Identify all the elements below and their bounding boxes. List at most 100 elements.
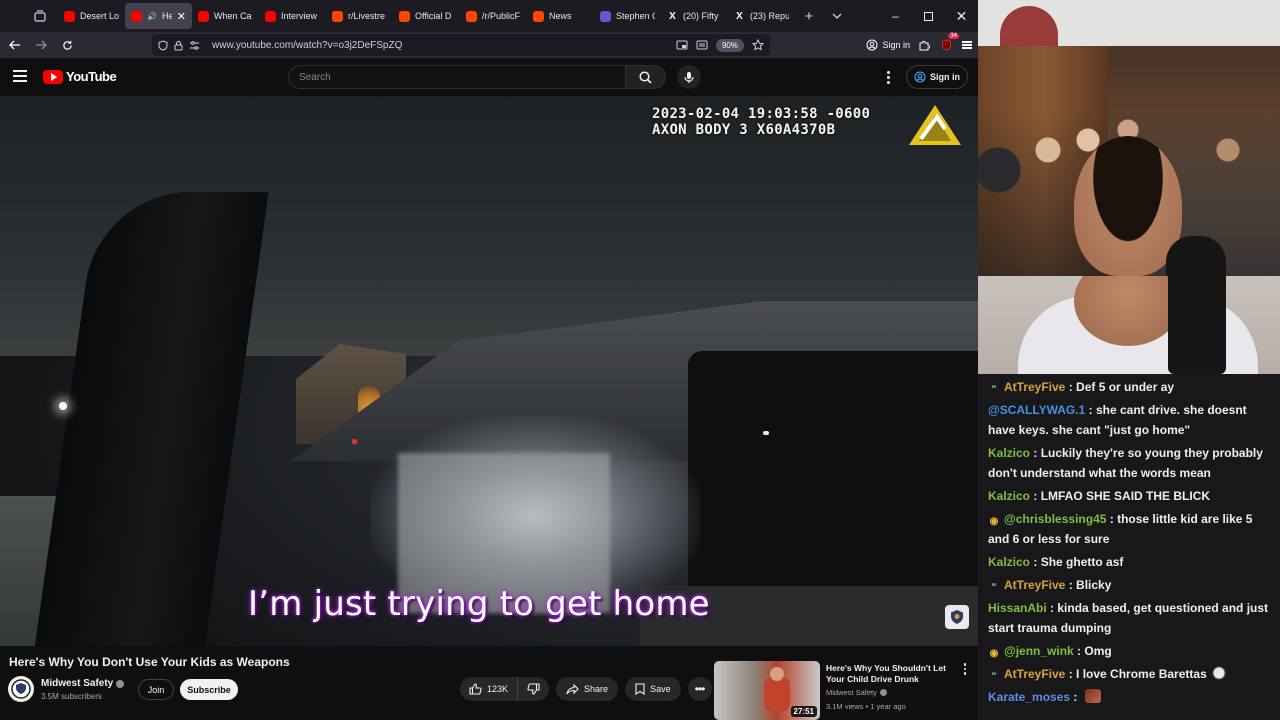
tab-bar: Desert Lo 🔊 He ✕ When Ca Interview r/Livestre O… (0, 0, 978, 32)
browser-tab[interactable]: Official D (393, 3, 460, 29)
subscribe-button[interactable]: Subscribe (180, 679, 238, 700)
share-label: Share (584, 684, 609, 694)
browser-tab[interactable]: /r/PublicF (460, 3, 527, 29)
more-actions-button[interactable]: ••• (687, 677, 712, 701)
account-signin-button[interactable]: Sign in (866, 39, 910, 51)
maximize-icon (924, 11, 933, 21)
thumbnail-figure (764, 677, 790, 711)
chat-text: I love Chrome Barettas (1076, 667, 1207, 681)
browser-tab[interactable]: News (527, 3, 594, 29)
youtube-logo[interactable]: YouTube (43, 69, 117, 84)
shield-icon (158, 39, 168, 51)
window-controls: – ✕ (879, 0, 978, 32)
zoom-level-button[interactable]: 90% (715, 38, 744, 52)
like-button[interactable]: 123K (460, 677, 519, 701)
bookmark-star-icon[interactable] (752, 39, 764, 51)
voice-search-button[interactable] (677, 65, 701, 89)
picture-in-picture-icon[interactable] (676, 40, 688, 50)
recommended-thumbnail[interactable]: 27:51 (714, 661, 820, 720)
browser-tab[interactable]: Stephen C (594, 3, 661, 29)
tab-label: News (549, 11, 572, 21)
channel-name[interactable]: Midwest Safety (41, 678, 125, 689)
tab-label: Official D (415, 11, 452, 21)
close-tab-icon[interactable]: ✕ (177, 10, 186, 23)
permissions-icon (190, 40, 199, 50)
browser-window: Desert Lo 🔊 He ✕ When Ca Interview r/Livestre O… (0, 0, 978, 720)
maximize-button[interactable] (912, 0, 945, 32)
chat-text: LMFAO SHE SAID THE BLICK (1040, 489, 1211, 503)
back-button[interactable] (2, 34, 28, 56)
ublock-extension-button[interactable]: 34 (938, 33, 959, 53)
like-dislike-group: 123K (460, 677, 550, 701)
video-frame-street-lamp (59, 402, 67, 410)
share-arrow-icon (566, 683, 579, 694)
recommended-menu-button[interactable] (961, 663, 969, 677)
chat-username[interactable]: @jenn_wink (1004, 644, 1074, 658)
browser-tab[interactable]: X (20) Fifty (661, 3, 728, 29)
search-button[interactable] (626, 65, 666, 89)
thumbs-down-icon (527, 683, 540, 695)
tab-label: (23) Repu (750, 11, 789, 21)
browser-tab[interactable]: Interview (259, 3, 326, 29)
minimize-icon: – (892, 9, 899, 23)
share-button[interactable]: Share (556, 677, 619, 701)
browser-tab[interactable]: When Ca (192, 3, 259, 29)
join-button[interactable]: Join (138, 679, 174, 700)
chat-username[interactable]: Kalzico (988, 555, 1030, 569)
reload-button[interactable] (54, 34, 80, 56)
verified-check-icon (879, 689, 887, 696)
guide-menu-button[interactable] (13, 70, 27, 82)
youtube-play-icon (43, 69, 63, 84)
app-menu-button[interactable] (962, 41, 972, 48)
browser-tab[interactable]: Desert Lo (58, 3, 125, 29)
search-input[interactable] (288, 65, 626, 89)
chat-username[interactable]: AtTreyFive (1004, 578, 1065, 592)
minimize-button[interactable]: – (879, 0, 912, 32)
video-title: Here's Why You Don't Use Your Kids as We… (9, 655, 290, 669)
chat-username[interactable]: Kalzico (988, 489, 1030, 503)
live-chat: “ AtTreyFive : Def 5 or under ay @SCALLYWA… (978, 374, 1280, 720)
recommended-channel: Midwest Safety (826, 688, 887, 697)
new-tab-button[interactable]: + (795, 4, 823, 28)
speaker-icon[interactable]: 🔊 (147, 12, 157, 21)
browser-tab[interactable]: r/Livestre (326, 3, 393, 29)
extensions-puzzle-icon[interactable] (918, 39, 930, 51)
chat-username[interactable]: Karate_moses (988, 690, 1070, 704)
subscriber-count: 3.5M subscribers (41, 692, 102, 701)
list-all-tabs-button[interactable] (823, 4, 851, 28)
recommended-video[interactable]: 27:51 Here's Why You Shouldn't Let Your … (714, 661, 976, 720)
reader-view-icon[interactable] (696, 40, 708, 50)
browser-tab[interactable]: 🔊 He ✕ (125, 3, 192, 29)
channel-watermark-icon[interactable] (945, 605, 969, 629)
youtube-favicon-icon (131, 10, 142, 22)
reddit-favicon-icon (332, 10, 343, 22)
chat-separator: : (1065, 380, 1077, 394)
toolbar-right: Sign in 34 (866, 32, 972, 58)
image-emote-icon (1084, 689, 1101, 703)
chat-username[interactable]: AtTreyFive (1004, 380, 1065, 394)
chat-separator: : (1030, 555, 1041, 569)
settings-menu-button[interactable] (880, 67, 896, 87)
channel-avatar[interactable] (8, 676, 34, 702)
forward-button[interactable] (28, 34, 54, 56)
chat-username[interactable]: @SCALLYWAG.1 (988, 403, 1085, 417)
chat-username[interactable]: AtTreyFive (1004, 667, 1065, 681)
plus-icon: + (804, 7, 814, 25)
url-bar[interactable]: www.youtube.com/watch?v=o3j2DeFSpZQ 90% (152, 34, 770, 56)
save-button[interactable]: Save (625, 677, 681, 701)
chat-separator: : (1106, 512, 1118, 526)
close-window-button[interactable]: ✕ (945, 0, 978, 32)
x-favicon-icon: X (736, 10, 743, 22)
browser-tab[interactable]: X (23) Repu (728, 3, 795, 29)
chat-username[interactable]: Kalzico (988, 446, 1030, 460)
youtube-signin-button[interactable]: Sign in (906, 65, 968, 89)
video-player[interactable]: 2023-02-04 19:03:58 -0600 AXON BODY 3 X6… (0, 96, 978, 646)
chat-message: Kalzico : LMFAO SHE SAID THE BLICK (988, 486, 1276, 506)
chat-username[interactable]: @chrisblessing45 (1004, 512, 1106, 526)
tab-overview-button[interactable] (26, 4, 54, 28)
dislike-button[interactable] (518, 677, 549, 701)
recommended-title[interactable]: Here's Why You Shouldn't Let Your Child … (826, 663, 954, 685)
chat-username[interactable]: HissanAbi (988, 601, 1047, 615)
video-frame-dash-light (763, 431, 769, 435)
video-caption: I’m just trying to get home (248, 584, 710, 624)
